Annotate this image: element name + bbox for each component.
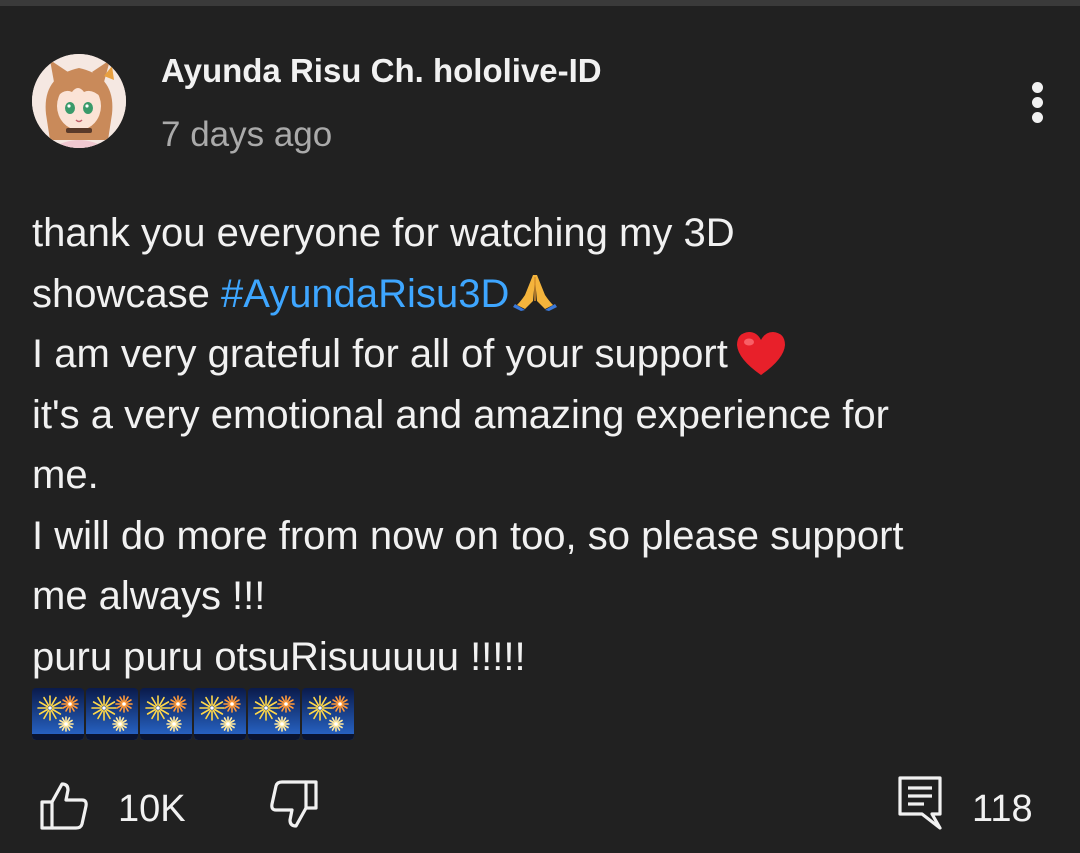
action-bar: 10K 118 <box>0 770 1080 850</box>
fireworks-emoji <box>194 688 246 740</box>
post-line-text: I am very grateful for all of your suppo… <box>32 332 728 376</box>
fireworks-emoji <box>248 688 300 740</box>
post-line-text: showcase <box>32 271 221 316</box>
post-line: thank you everyone for watching my 3D <box>32 211 735 255</box>
like-count: 10K <box>118 788 186 830</box>
post-line: me always !!! <box>32 574 266 618</box>
fireworks-emoji <box>32 688 84 740</box>
top-divider <box>0 0 1080 6</box>
post-timestamp: 7 days ago <box>161 115 333 154</box>
more-options-button[interactable] <box>1018 78 1058 126</box>
fireworks-emoji <box>140 688 192 740</box>
thumbs-up-icon <box>40 782 88 830</box>
fireworks-emoji-row <box>32 688 354 740</box>
more-dot <box>1032 97 1043 108</box>
post-line: puru puru otsuRisuuuuu !!!!! <box>32 634 526 679</box>
channel-avatar[interactable] <box>32 54 126 148</box>
comment-button[interactable] <box>896 774 944 832</box>
comment-count: 118 <box>972 788 1033 830</box>
more-dot <box>1032 112 1043 123</box>
red-heart-emoji <box>736 332 785 375</box>
folded-hands-emoji <box>513 274 558 311</box>
comment-icon <box>898 776 942 830</box>
fireworks-emoji <box>302 688 354 740</box>
like-button[interactable] <box>38 780 90 832</box>
dislike-button[interactable] <box>268 778 320 830</box>
post-line: it's a very emotional and amazing experi… <box>32 392 889 437</box>
post-line: showcase #AyundaRisu3D <box>32 264 1052 325</box>
hashtag-link[interactable]: #AyundaRisu3D <box>221 272 509 316</box>
channel-name[interactable]: Ayunda Risu Ch. hololive-ID <box>161 52 602 90</box>
post-line: I will do more from now on too, so pleas… <box>32 513 904 558</box>
thumbs-down-icon <box>270 780 318 828</box>
post-line: me. <box>32 453 99 497</box>
post-text: thank you everyone for watching my 3D sh… <box>32 203 1052 687</box>
more-vertical-icon <box>1032 82 1043 93</box>
post-line: I am very grateful for all of your suppo… <box>32 324 1052 385</box>
fireworks-emoji <box>86 688 138 740</box>
